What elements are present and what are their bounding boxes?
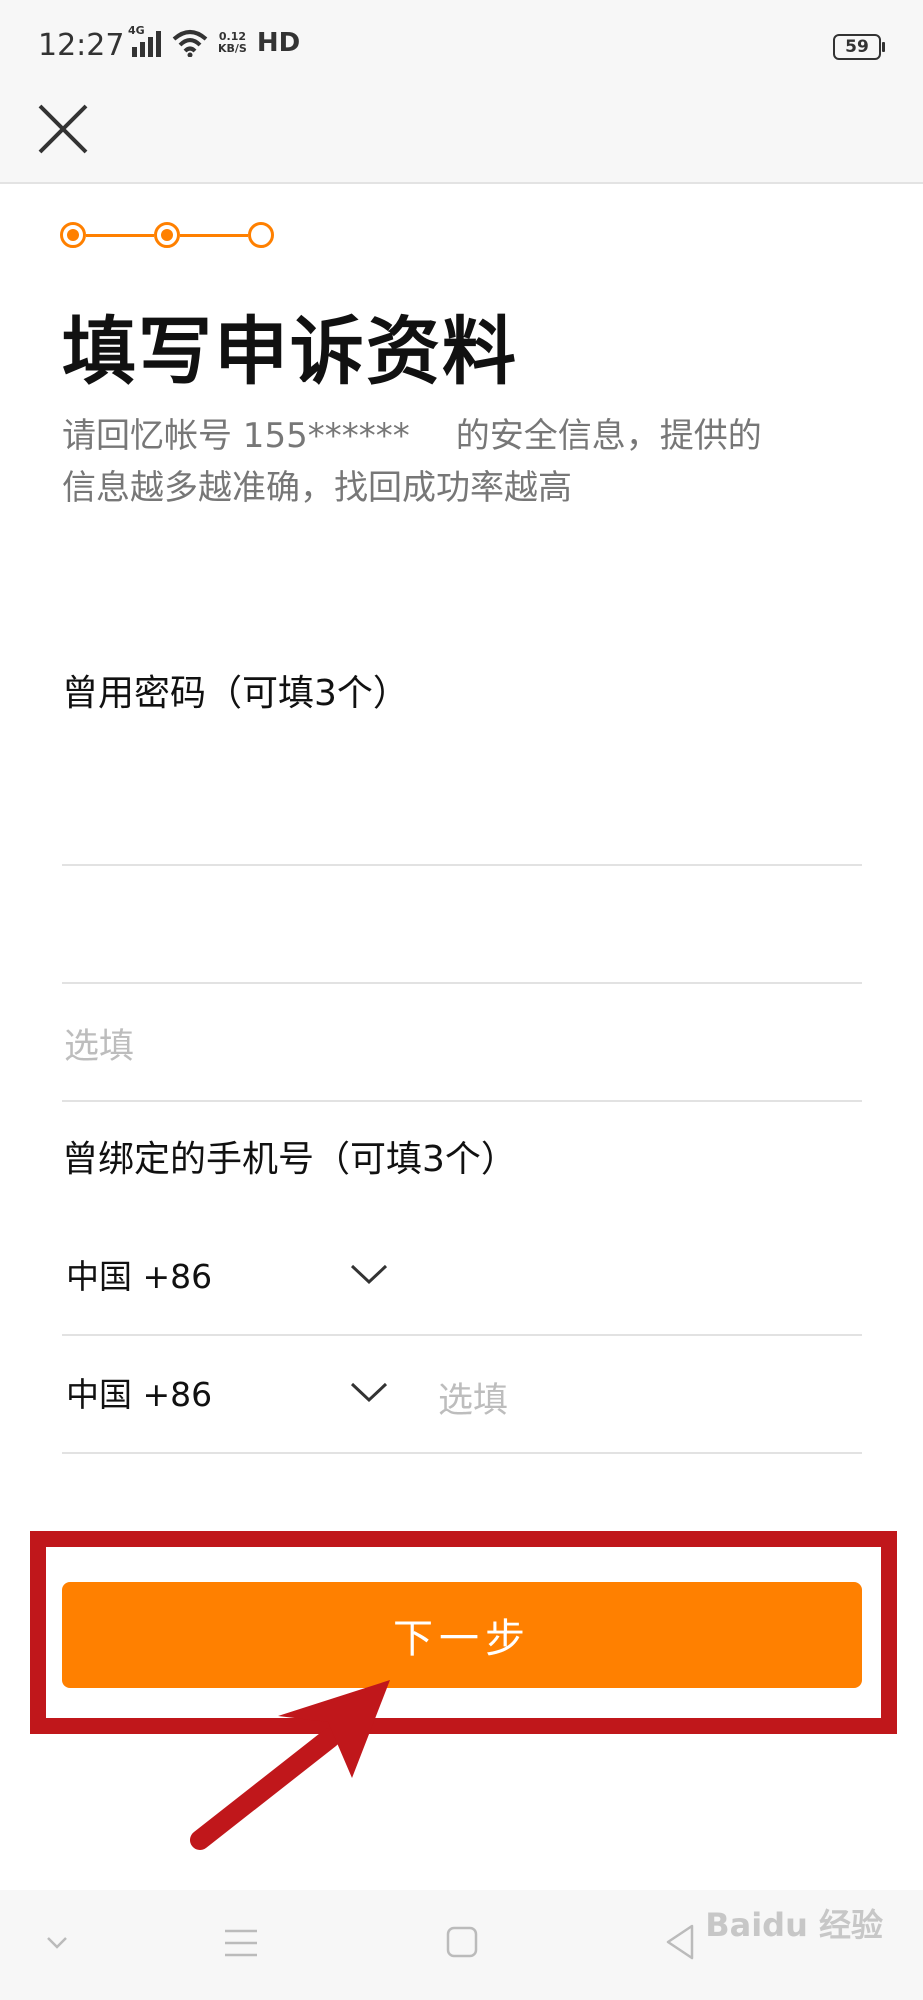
page-description: 请回忆帐号 155****** 的安全信息，提供的 信息越多越准确，找回成功率越高: [62, 416, 762, 508]
menu-icon[interactable]: [225, 1928, 257, 1958]
password-field-1[interactable]: [62, 864, 862, 866]
phone-row-2-divider: [62, 1452, 862, 1454]
step-connector: [180, 234, 248, 237]
step-2-dot: [154, 222, 180, 248]
battery-indicator: 59: [833, 34, 885, 60]
step-1-dot: [60, 222, 86, 248]
status-bar: 12:27 4G 0.12 KB/S HD 59: [0, 0, 923, 92]
wifi-icon: [172, 30, 208, 57]
home-icon[interactable]: [446, 1926, 478, 1958]
step-connector: [86, 234, 154, 237]
status-time: 12:27: [38, 28, 125, 63]
top-bar: [0, 92, 923, 184]
annotation-arrow-icon: [190, 1680, 390, 1850]
phone-input-2-placeholder[interactable]: 选填: [438, 1372, 508, 1423]
password-field-3-divider: [62, 1100, 862, 1102]
net-speed: 0.12 KB/S: [218, 30, 247, 55]
close-icon[interactable]: [34, 100, 92, 158]
page-title: 填写申诉资料: [62, 309, 518, 395]
country-code-select-2[interactable]: 中国 +86: [66, 1368, 212, 1416]
chevron-down-icon[interactable]: [46, 1936, 68, 1950]
annotation-highlight-box: [30, 1531, 897, 1734]
hd-indicator: HD: [256, 28, 301, 58]
phone-section-label: 曾绑定的手机号（可填3个）: [62, 1139, 517, 1180]
step-3-dot: [248, 222, 274, 248]
baidu-watermark: Baidu 经验: [705, 1906, 883, 1944]
password-field-2[interactable]: [62, 982, 862, 984]
password-section-label: 曾用密码（可填3个）: [62, 673, 409, 714]
password-field-3-placeholder[interactable]: 选填: [64, 1018, 134, 1069]
signal-icon: 4G: [128, 25, 162, 57]
country-code-select-1[interactable]: 中国 +86: [66, 1250, 212, 1298]
phone-row-1-divider: [62, 1334, 862, 1336]
back-icon[interactable]: [664, 1924, 696, 1960]
step-indicator: [60, 222, 286, 254]
status-icons: 4G 0.12 KB/S HD: [128, 25, 301, 59]
chevron-down-icon[interactable]: [350, 1380, 388, 1404]
chevron-down-icon[interactable]: [350, 1262, 388, 1286]
